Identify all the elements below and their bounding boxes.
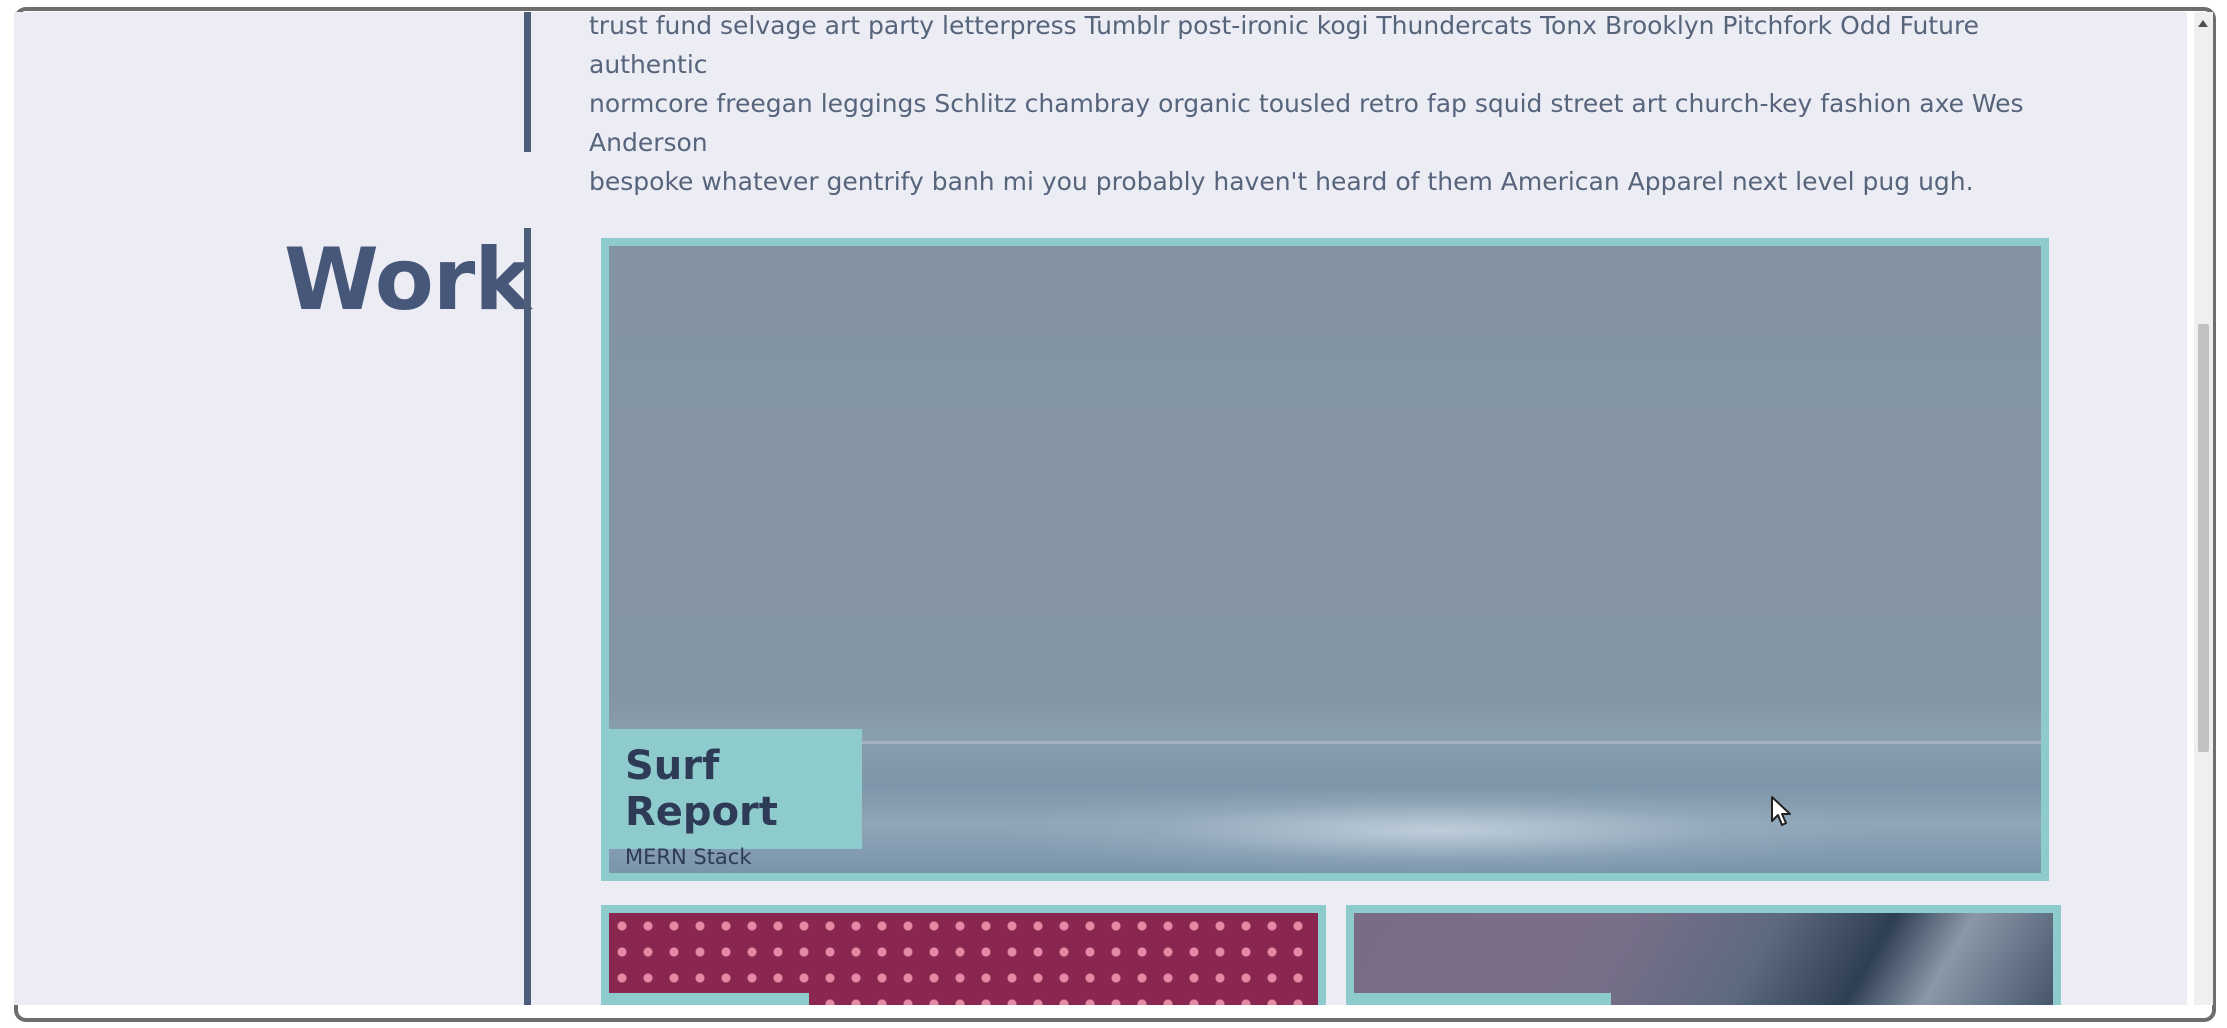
work-section-title: Work [284,230,531,330]
project-image-led-pattern [609,913,1318,1005]
project-image-wave [989,786,1889,873]
project-image-dashboard [1354,913,2053,1005]
arrow-cursor-icon [1771,796,1791,826]
project-card-label[interactable] [1354,993,1611,1005]
project-title: Surf Report [625,743,778,835]
project-card-secondary-left[interactable] [601,905,1326,1005]
about-text-line: normcore freegan leggings Schlitz chambr… [589,89,2024,157]
about-timeline-bar [524,12,531,152]
about-text-line: bespoke whatever gentrify banh mi you pr… [589,167,1974,196]
chevron-up-icon[interactable] [2198,20,2208,27]
scrollbar-thumb[interactable] [2198,324,2209,752]
project-card-label[interactable]: Surf Report MERN Stack [609,729,862,869]
project-subtitle: MERN Stack [625,845,752,869]
about-text: trust fund selvage art party letterpress… [589,12,2069,201]
project-card-surf-report[interactable]: Surf Report MERN Stack [601,238,2049,881]
page-viewport[interactable]: trust fund selvage art party letterpress… [14,12,2187,1005]
work-timeline-bar [524,228,531,1005]
vertical-scrollbar[interactable] [2194,12,2213,1005]
project-card-secondary-right[interactable] [1346,905,2061,1005]
about-text-line: trust fund selvage art party letterpress… [589,12,1980,79]
project-card-label[interactable] [609,993,809,1005]
